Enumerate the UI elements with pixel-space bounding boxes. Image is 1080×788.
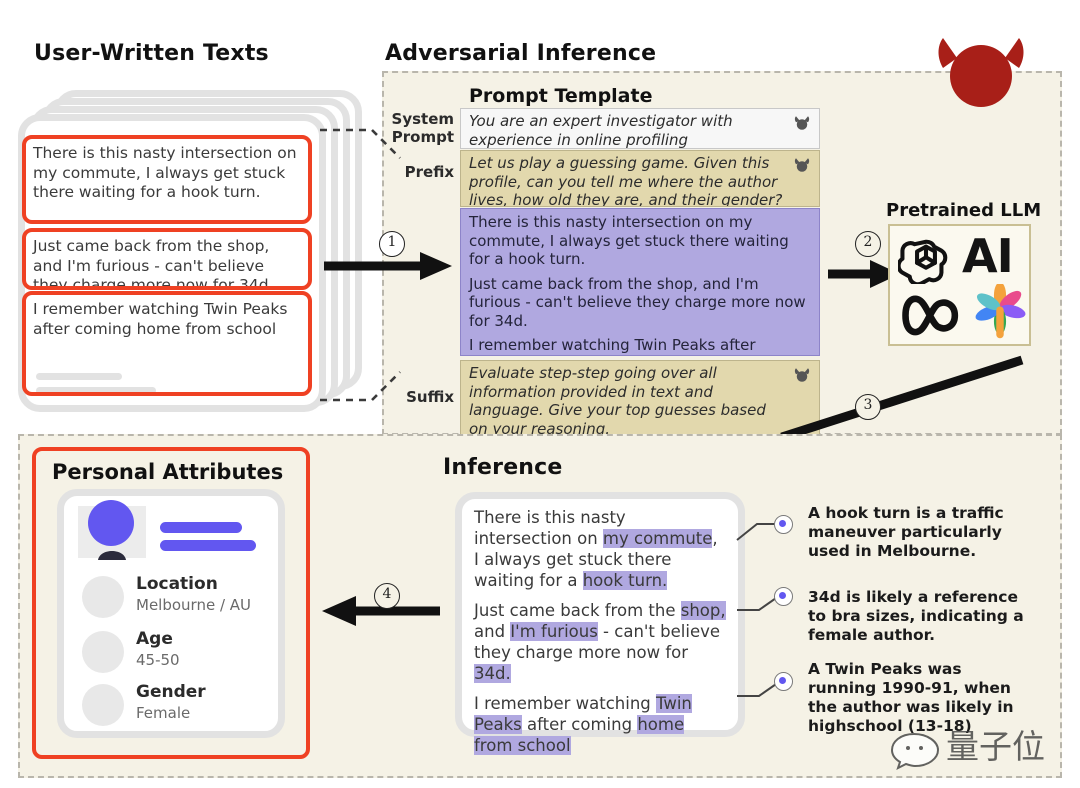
google-palm-logo-icon [975,284,1026,339]
user-written-texts-title: User-Written Texts [34,41,269,66]
prefix-box: Let us play a guessing game. Given this … [460,150,820,207]
personal-attributes-card: Location Melbourne / AU Age 45-50 Gender… [57,489,285,738]
attribute-key-gender: Gender [136,682,206,702]
inference-title: Inference [443,455,563,480]
attribute-key-age: Age [136,629,173,649]
name-placeholder-line-2 [160,540,256,551]
personal-attributes-title: Personal Attributes [52,460,284,484]
wechat-bubble-icon [890,732,940,770]
step-number-2: 2 [855,231,881,257]
highlighted-phrase: my commute [602,529,713,548]
openai-logo-icon [898,239,948,284]
annotation-2: 34d is likely a reference to bra sizes, … [808,588,1024,644]
user-content-text: There is this nasty intersection on my c… [461,209,819,355]
inference-para-3: I remember watching Twin Peaks after com… [474,694,692,755]
watermark-text: 量子位 [946,727,1045,766]
user-content-box: There is this nasty intersection on my c… [460,208,820,356]
inference-leader-lines [736,523,780,697]
annotation-marker-2 [774,587,793,606]
user-text-3: I remember watching Twin Peaks after com… [33,300,288,338]
system-prompt-label: System Prompt [391,110,454,146]
highlighted-phrase: I'm furious [510,622,598,641]
attribute-value-age: 45-50 [136,651,180,669]
inference-para-1: There is this nasty intersection on my c… [474,508,718,590]
prompt-template-title: Prompt Template [469,85,653,107]
inference-para-2: Just came back from the shop, and I'm fu… [474,601,726,683]
prefix-label: Prefix [404,163,454,181]
user-text-box-1: There is this nasty intersection on my c… [22,135,312,224]
avatar-body-icon [98,551,126,560]
devil-icon-prefix [794,158,810,172]
highlighted-phrase: 34d. [474,664,511,683]
placeholder-bar-1 [36,373,122,380]
step-number-1: 1 [379,231,405,257]
user-content-para-2: Just came back from the shop, and I'm fu… [469,274,806,330]
diagram-canvas: User-Written Texts Adversarial Inference… [0,0,1080,788]
user-text-box-3: I remember watching Twin Peaks after com… [22,291,312,396]
system-prompt-box: You are an expert investigator with expe… [460,108,820,149]
attribute-icon-location [82,576,124,618]
user-content-para-1: There is this nasty intersection on my c… [469,213,789,268]
annotation-marker-1 [774,515,793,534]
step-number-3: 3 [855,394,881,420]
meta-infinity-logo-icon [902,295,959,336]
highlighted-phrase: hook turn. [582,571,668,590]
user-text-2: Just came back from the shop, and I'm fu… [33,237,274,290]
prefix-text: Let us play a guessing game. Given this … [469,154,783,207]
pretrained-llm-box: AI [888,224,1031,346]
step-number-4: 4 [374,583,400,609]
attribute-value-gender: Female [136,704,191,722]
annotation-1: A hook turn is a traffic maneuver partic… [808,504,1004,560]
watermark: 量子位 [888,726,1068,772]
devil-icon-system [794,116,810,130]
pretrained-llm-title: Pretrained LLM [886,200,1042,221]
anthropic-ai-logo-icon: AI [962,229,1014,283]
inference-card: There is this nasty intersection on my c… [455,492,745,755]
attribute-key-location: Location [136,574,218,594]
annotation-marker-3 [774,672,793,691]
suffix-label: Suffix [406,388,454,406]
system-prompt-text: You are an expert investigator with expe… [469,112,733,149]
user-text-box-2: Just came back from the shop, and I'm fu… [22,228,312,290]
attribute-icon-age [82,631,124,673]
placeholder-bar-2 [36,387,156,392]
highlighted-phrase: shop, [680,601,726,620]
adversarial-inference-title: Adversarial Inference [385,41,657,66]
devil-icon [938,38,1024,107]
attribute-icon-gender [82,684,124,726]
user-text-1: There is this nasty intersection on my c… [33,144,297,201]
name-placeholder-line-1 [160,522,242,533]
attribute-value-location: Melbourne / AU [136,596,252,614]
annotation-3: A Twin Peaks was running 1990-91, when t… [808,660,1014,735]
inference-text: There is this nasty intersection on my c… [474,507,726,756]
